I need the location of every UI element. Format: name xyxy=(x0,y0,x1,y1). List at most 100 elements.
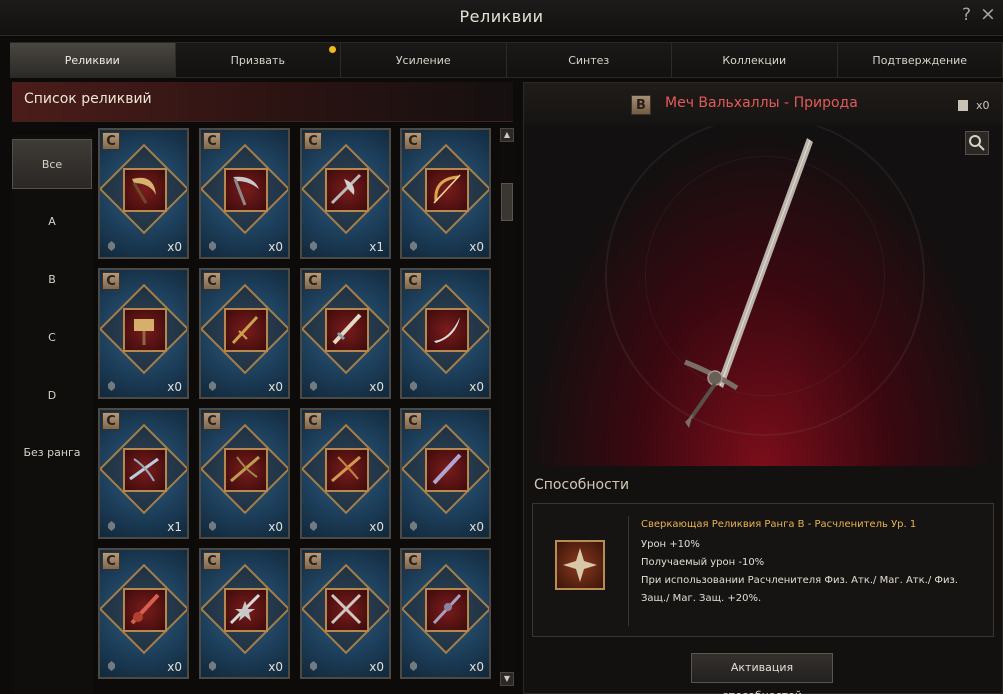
relic-card[interactable]: C x0 xyxy=(199,548,290,679)
scroll-up-icon[interactable]: ▲ xyxy=(500,128,514,142)
dagger-icon xyxy=(231,315,259,345)
window-title: Реликвии xyxy=(459,7,544,26)
relic-card[interactable]: C x0 xyxy=(400,128,491,259)
relic-card[interactable]: C x0 xyxy=(400,268,491,399)
tab-label: Реликвии xyxy=(64,54,120,67)
tab-enhance[interactable]: Усиление xyxy=(341,43,507,77)
help-icon[interactable]: ? xyxy=(962,5,971,25)
ability-name: Сверкающая Реликвия Ранга B - Расчлените… xyxy=(641,519,917,530)
relic-card[interactable]: C x1 xyxy=(300,128,391,259)
scroll-thumb[interactable] xyxy=(501,183,513,221)
rank-badge: C xyxy=(102,552,120,570)
window-titlebar: Реликвии ? × xyxy=(0,0,1003,36)
ability-box: Сверкающая Реликвия Ранга B - Расчлените… xyxy=(532,503,994,637)
rank-badge: C xyxy=(203,412,221,430)
ability-line: При использовании Расчленителя Физ. Атк.… xyxy=(641,575,958,604)
relic-card[interactable]: C x0 xyxy=(400,548,491,679)
relic-card[interactable]: C x1 xyxy=(98,408,189,539)
relic-card[interactable]: C x0 xyxy=(98,548,189,679)
tab-label: Синтез xyxy=(568,54,610,67)
relic-card[interactable]: C x0 xyxy=(199,128,290,259)
ability-text: Сверкающая Реликвия Ранга B - Расчлените… xyxy=(641,516,981,608)
bow-icon xyxy=(433,174,461,204)
close-icon[interactable]: × xyxy=(980,3,996,25)
gem-icon xyxy=(310,661,317,671)
rank-badge: B xyxy=(631,95,651,115)
relic-quantity: x0 xyxy=(976,99,990,112)
relic-card[interactable]: C x0 xyxy=(300,268,391,399)
rank-filter-b[interactable]: B xyxy=(12,255,92,305)
rank-filter-all[interactable]: Все xyxy=(12,139,92,189)
gem-icon xyxy=(310,381,317,391)
tab-synthesis[interactable]: Синтез xyxy=(506,43,672,77)
gem-icon xyxy=(410,521,417,531)
rank-badge: C xyxy=(203,272,221,290)
relic-count: x0 xyxy=(167,660,182,674)
ability-star-icon xyxy=(555,540,605,590)
gem-icon xyxy=(410,381,417,391)
tab-label: Призвать xyxy=(230,54,285,67)
gem-icon xyxy=(209,241,216,251)
rank-badge: C xyxy=(404,552,422,570)
relic-card[interactable]: C x0 xyxy=(199,408,290,539)
search-icon[interactable] xyxy=(965,131,989,155)
crossbow-icon xyxy=(129,457,159,482)
gem-icon xyxy=(310,241,317,251)
rank-badge: C xyxy=(404,132,422,150)
rank-badge: C xyxy=(404,272,422,290)
relic-card[interactable]: C x0 xyxy=(300,548,391,679)
spear-icon xyxy=(432,453,462,485)
gem-icon xyxy=(209,661,216,671)
relic-card[interactable]: C x0 xyxy=(98,128,189,259)
gem-icon xyxy=(108,661,115,671)
polearm-icon xyxy=(432,593,462,625)
hammer-icon xyxy=(134,319,154,345)
relic-card[interactable]: C x0 xyxy=(98,268,189,399)
rank-filter-unranked[interactable]: Без ранга xyxy=(12,428,92,478)
rank-filter-d[interactable]: D xyxy=(12,371,92,421)
tab-confirmation[interactable]: Подтверждение xyxy=(837,43,1003,77)
rank-filter: Все A B C D Без ранга xyxy=(12,135,94,694)
mace-icon xyxy=(130,593,160,625)
relic-detail-header: B Меч Вальхаллы - Природа x0 xyxy=(524,83,1002,125)
gem-icon xyxy=(108,521,115,531)
relic-count: x0 xyxy=(469,520,484,534)
rank-filter-c[interactable]: C xyxy=(12,313,92,363)
relic-count: x0 xyxy=(268,380,283,394)
relic-count: x0 xyxy=(268,660,283,674)
tab-relics[interactable]: Реликвии xyxy=(10,43,176,77)
rank-badge: C xyxy=(304,132,322,150)
rank-badge: C xyxy=(102,412,120,430)
relic-card[interactable]: C x0 xyxy=(400,408,491,539)
rank-badge: C xyxy=(304,412,322,430)
tab-summon[interactable]: Призвать xyxy=(175,43,341,77)
relic-count: x0 xyxy=(167,240,182,254)
relic-count: x0 xyxy=(268,520,283,534)
relic-count: x0 xyxy=(369,520,384,534)
relic-list-header: Список реликвий xyxy=(12,82,513,122)
tab-label: Усиление xyxy=(395,54,451,67)
gem-icon xyxy=(410,241,417,251)
relic-card[interactable]: C x0 xyxy=(199,268,290,399)
scimitar-icon xyxy=(434,317,460,343)
book-icon xyxy=(958,100,968,111)
star-blade-icon xyxy=(229,593,261,625)
relic-count: x0 xyxy=(469,660,484,674)
relic-count: x1 xyxy=(369,240,384,254)
gem-icon xyxy=(108,381,115,391)
relic-grid: C x0 C x0 C x1 C x0 C x0 C x0 C x0 C x0 … xyxy=(98,128,491,694)
tab-collections[interactable]: Коллекции xyxy=(672,43,838,77)
notification-dot-icon xyxy=(329,46,336,53)
gem-icon xyxy=(108,241,115,251)
activate-abilities-button[interactable]: Активация способностей xyxy=(691,653,833,694)
relic-count: x0 xyxy=(369,380,384,394)
ability-line: Получаемый урон -10% xyxy=(641,557,765,568)
rank-filter-a[interactable]: A xyxy=(12,197,92,247)
scroll-down-icon[interactable]: ▼ xyxy=(500,672,514,686)
relic-grid-scrollbar[interactable]: ▲ ▼ xyxy=(499,128,515,688)
gem-icon xyxy=(410,661,417,671)
rank-badge: C xyxy=(102,132,120,150)
relic-preview xyxy=(525,126,1001,466)
relic-detail-panel: B Меч Вальхаллы - Природа x0 Способности… xyxy=(523,82,1003,694)
relic-card[interactable]: C x0 xyxy=(300,408,391,539)
